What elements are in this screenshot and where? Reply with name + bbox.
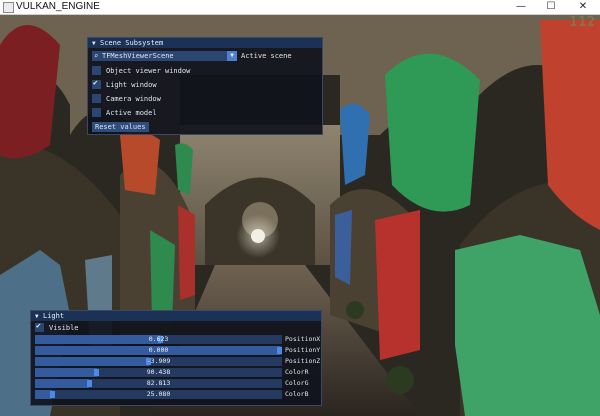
active-scene-combo[interactable]: ⌕ TFMeshViewerScene ▼ — [92, 51, 237, 61]
active-scene-label: Active scene — [241, 52, 292, 60]
checkbox-box[interactable]: ✔ — [92, 78, 101, 89]
slider-label: PositionZ — [285, 357, 321, 365]
window-title: VULKAN_ENGINE — [16, 1, 100, 12]
chevron-down-icon[interactable]: ▼ — [227, 51, 237, 61]
scene-subsystem-panel[interactable]: ▼ Scene Subsystem ⌕ TFMeshViewerScene ▼ A… — [87, 37, 323, 135]
fps-counter: 112 — [569, 15, 596, 30]
checkbox-box[interactable] — [92, 108, 101, 117]
slider-label: ColorB — [285, 390, 309, 398]
checkbox-box[interactable] — [92, 94, 101, 103]
plant-right — [386, 366, 414, 394]
slider-color-b[interactable]: 25.080 — [35, 390, 282, 399]
check-icon: ✔ — [93, 78, 98, 87]
slider-value: 25.080 — [146, 390, 171, 398]
slider-label: PositionX — [285, 335, 321, 343]
checkbox-label: Visible — [49, 324, 79, 332]
slider-position-y[interactable]: 0.000 — [35, 346, 282, 355]
search-icon: ⌕ — [94, 52, 99, 60]
scene-panel-title: Scene Subsystem — [100, 39, 164, 47]
curtain-green-right — [455, 235, 600, 416]
slider-color-g[interactable]: 82.813 — [35, 379, 282, 388]
slider-color-r[interactable]: 90.438 — [35, 368, 282, 377]
light-panel-title: Light — [43, 312, 65, 320]
active-scene-value: TFMeshViewerScene — [102, 52, 174, 60]
slider-position-x[interactable]: 0.623 — [35, 335, 282, 344]
slider-label: ColorR — [285, 368, 309, 376]
app-icon — [3, 2, 14, 13]
curtain-blue-right — [335, 210, 352, 285]
slider-value: 0.000 — [148, 346, 169, 354]
light-panel[interactable]: ▼ Light ✔ Visible 0.623 PositionX 0.000 P… — [30, 310, 322, 406]
plant-mid-right — [346, 301, 364, 319]
checkbox-label: Light window — [106, 81, 157, 89]
checkbox-box[interactable] — [92, 66, 101, 75]
title-bar: VULKAN_ENGINE — ☐ ✕ — [0, 0, 600, 15]
light-panel-header[interactable]: ▼ Light — [31, 311, 321, 321]
slider-value: 82.813 — [146, 379, 171, 387]
checkbox-label: Object viewer window — [106, 67, 191, 75]
minimize-button[interactable]: — — [506, 0, 536, 14]
slider-value: 90.438 — [146, 368, 171, 376]
slider-value: -3.909 — [146, 357, 171, 365]
close-button[interactable]: ✕ — [568, 0, 598, 14]
banner-orange-left — [120, 131, 160, 195]
curtain-red-left — [178, 205, 195, 300]
banner-green — [385, 53, 480, 212]
slider-value: 0.623 — [148, 335, 169, 343]
slider-label: ColorG — [285, 379, 309, 387]
checkbox-label: Active model — [106, 109, 157, 117]
reset-values-button[interactable]: Reset values — [92, 122, 149, 132]
maximize-button[interactable]: ☐ — [536, 0, 566, 14]
light-source — [251, 229, 265, 243]
checkbox-label: Camera window — [106, 95, 161, 103]
check-icon: ✔ — [36, 321, 41, 330]
scene-panel-header[interactable]: ▼ Scene Subsystem — [88, 38, 322, 48]
slider-label: PositionY — [285, 346, 321, 354]
curtain-red-right — [375, 210, 420, 360]
checkbox-box[interactable]: ✔ — [35, 321, 44, 332]
slider-position-z[interactable]: -3.909 — [35, 357, 282, 366]
collapse-arrow-icon[interactable]: ▼ — [92, 39, 100, 49]
